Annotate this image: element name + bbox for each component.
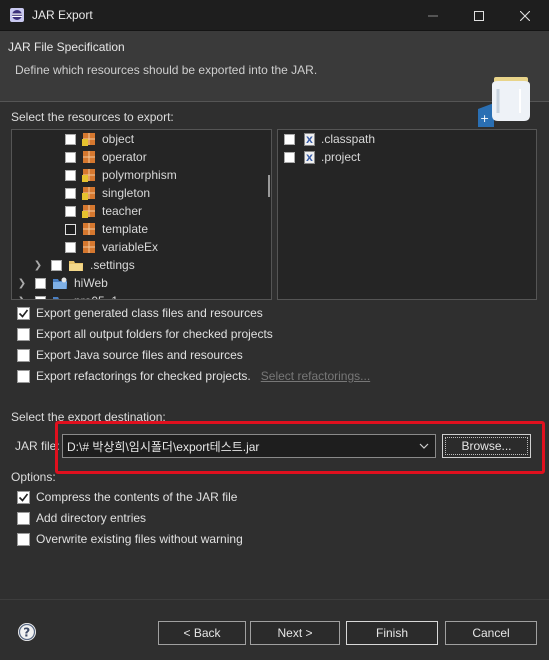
cancel-button[interactable]: Cancel — [445, 621, 537, 645]
file-list[interactable]: X .classpath X .project — [277, 129, 537, 300]
tree-checkbox[interactable] — [51, 259, 62, 271]
folder-icon — [69, 261, 83, 271]
xml-file-icon: X — [304, 150, 315, 164]
tree-item-variableex[interactable]: variableEx — [65, 238, 158, 256]
tree-item-settings[interactable]: ❯ .settings — [33, 256, 135, 274]
window-title: JAR Export — [32, 8, 93, 22]
package-warning-icon — [82, 133, 95, 146]
tree-item-hiweb[interactable]: ❯ hiWeb — [17, 274, 108, 292]
checkbox[interactable] — [17, 348, 30, 362]
tree-checkbox[interactable] — [65, 187, 76, 199]
eclipse-app-icon — [10, 8, 24, 22]
checkbox-checked[interactable] — [17, 490, 30, 504]
export-output-folders-option[interactable]: Export all output folders for checked pr… — [17, 326, 273, 342]
checkbox[interactable] — [17, 532, 30, 546]
minimize-button[interactable] — [410, 0, 456, 31]
svg-text:?: ? — [23, 626, 30, 640]
file-checkbox[interactable] — [284, 133, 295, 145]
resource-tree[interactable]: object operator polymorphism singleton t… — [11, 129, 272, 300]
package-icon — [83, 241, 95, 253]
tree-checkbox[interactable] — [65, 169, 76, 181]
expand-chevron-icon[interactable]: ❯ — [17, 296, 27, 300]
select-refactorings-link[interactable]: Select refactorings... — [261, 369, 370, 383]
close-button[interactable] — [502, 0, 548, 31]
page-title: JAR File Specification — [8, 40, 125, 54]
footer-separator — [0, 599, 549, 600]
xml-file-icon: X — [304, 132, 315, 146]
options-label: Options: — [11, 470, 56, 484]
package-icon — [83, 151, 95, 163]
tree-item-template[interactable]: template — [65, 220, 148, 238]
checkbox[interactable] — [17, 327, 30, 341]
checkmark-icon — [18, 309, 29, 318]
export-source-files-option[interactable]: Export Java source files and resources — [17, 347, 243, 363]
tree-checkbox-focused[interactable] — [65, 223, 76, 235]
maximize-button[interactable] — [456, 0, 502, 31]
checkbox[interactable] — [17, 369, 30, 383]
jar-banner-icon: + — [478, 77, 530, 127]
overwrite-files-option[interactable]: Overwrite existing files without warning — [17, 531, 243, 547]
project-folder-icon — [53, 277, 67, 289]
add-directory-entries-option[interactable]: Add directory entries — [17, 510, 146, 526]
svg-text:+: + — [480, 112, 489, 125]
tree-item-object[interactable]: object — [65, 130, 134, 148]
page-description: Define which resources should be exporte… — [15, 63, 318, 77]
finish-button[interactable]: Finish — [346, 621, 438, 645]
tree-checkbox[interactable] — [65, 241, 76, 253]
highlight-annotation-box — [55, 421, 545, 474]
checkmark-icon — [18, 493, 29, 502]
back-button[interactable]: < Back — [158, 621, 246, 645]
tree-checkbox[interactable] — [65, 133, 76, 145]
tree-item-teacher[interactable]: teacher — [65, 202, 142, 220]
package-warning-icon — [82, 187, 95, 200]
help-icon[interactable]: ? — [17, 622, 37, 642]
export-refactorings-option[interactable]: Export refactorings for checked projects… — [17, 368, 370, 384]
svg-text:X: X — [306, 136, 313, 146]
next-button[interactable]: Next > — [250, 621, 340, 645]
expand-chevron-icon[interactable]: ❯ — [33, 260, 43, 271]
file-checkbox[interactable] — [284, 151, 295, 163]
package-warning-icon — [82, 205, 95, 218]
close-icon — [520, 10, 530, 21]
tree-item-polymorphism[interactable]: polymorphism — [65, 166, 177, 184]
resources-label: Select the resources to export: — [11, 110, 174, 124]
tree-item-pro05-1[interactable]: ❯ pro05_1 — [17, 292, 118, 300]
tree-item-singleton[interactable]: singleton — [65, 184, 150, 202]
export-class-files-option[interactable]: Export generated class files and resourc… — [17, 305, 263, 321]
svg-text:X: X — [306, 154, 313, 164]
compress-option[interactable]: Compress the contents of the JAR file — [17, 489, 237, 505]
minimize-icon — [428, 15, 438, 16]
tree-checkbox[interactable] — [35, 295, 46, 299]
maximize-icon — [474, 10, 484, 21]
tree-checkbox[interactable] — [65, 205, 76, 217]
checkbox[interactable] — [17, 511, 30, 525]
package-warning-icon — [82, 169, 95, 182]
file-item-classpath[interactable]: X .classpath — [284, 130, 375, 148]
package-icon — [83, 223, 95, 235]
tree-item-operator[interactable]: operator — [65, 148, 147, 166]
checkbox-checked[interactable] — [17, 306, 30, 320]
file-item-project[interactable]: X .project — [284, 148, 360, 166]
tree-scrollbar[interactable] — [268, 175, 270, 197]
expand-chevron-icon[interactable]: ❯ — [17, 278, 27, 289]
tree-checkbox[interactable] — [35, 277, 46, 289]
window-titlebar: JAR Export — [0, 0, 549, 31]
jar-file-label: JAR file: — [15, 439, 60, 453]
wizard-header: JAR File Specification Define which reso… — [0, 31, 549, 127]
tree-checkbox[interactable] — [65, 151, 76, 163]
project-folder-icon — [53, 297, 67, 299]
